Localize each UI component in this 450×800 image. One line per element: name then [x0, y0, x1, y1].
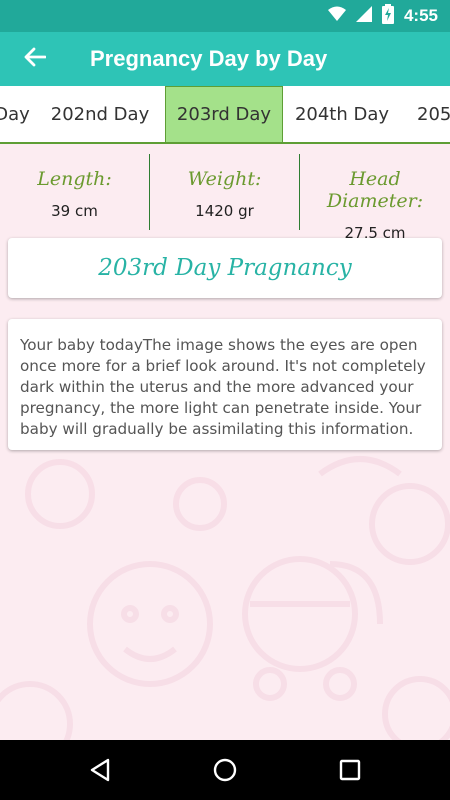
weight-stat: Weight: 1420 gr — [150, 154, 300, 230]
back-triangle-icon[interactable] — [86, 755, 116, 785]
arrow-back-icon — [24, 47, 47, 71]
length-value: 39 cm — [51, 202, 98, 220]
tab-203rd-day[interactable]: 203rd Day — [165, 86, 283, 142]
stats-row: Length: 39 cm Weight: 1420 gr Head Diame… — [0, 154, 450, 242]
length-label: Length: — [37, 168, 112, 190]
tab-label: 204th Day — [294, 103, 390, 125]
app-bar: Pregnancy Day by Day — [0, 32, 450, 86]
status-bar: 4:55 — [0, 0, 450, 32]
back-button[interactable] — [0, 32, 70, 86]
description-text: Your baby todayThe image shows the eyes … — [20, 336, 426, 438]
tab-202nd-day[interactable]: 202nd Day — [41, 86, 159, 142]
recents-square-icon[interactable] — [335, 755, 365, 785]
battery-charging-icon — [381, 4, 394, 28]
head-diameter-label: Head Diameter: — [326, 168, 424, 212]
home-circle-icon[interactable] — [210, 755, 240, 785]
weight-value: 1420 gr — [195, 202, 254, 220]
status-time: 4:55 — [403, 6, 438, 25]
tab-label: 202nd Day — [50, 103, 150, 125]
wifi-icon — [327, 6, 346, 26]
day-title-card: 203rd Day Pragnancy — [8, 238, 442, 298]
page-title: Pregnancy Day by Day — [90, 46, 328, 71]
signal-icon — [355, 6, 372, 26]
head-diameter-stat: Head Diameter: 27,5 cm — [300, 154, 450, 242]
length-stat: Length: 39 cm — [0, 154, 150, 230]
tab-201st-day[interactable]: Day — [0, 86, 41, 142]
content-area: Length: 39 cm Weight: 1420 gr Head Diame… — [0, 144, 450, 740]
tab-label: 205 — [417, 103, 450, 125]
tab-label: 203rd Day — [176, 104, 272, 125]
day-title: 203rd Day Pragnancy — [98, 255, 352, 281]
status-icons: 4:55 — [327, 4, 438, 28]
tab-204th-day[interactable]: 204th Day — [283, 86, 401, 142]
day-tabs: Day 202nd Day 203rd Day 204th Day 205 — [0, 86, 450, 144]
weight-label: Weight: — [187, 168, 262, 190]
tab-205th-day[interactable]: 205 — [404, 86, 450, 142]
navigation-bar — [0, 740, 450, 800]
tab-label: Day — [0, 103, 30, 125]
description-card: Your baby todayThe image shows the eyes … — [8, 319, 442, 450]
